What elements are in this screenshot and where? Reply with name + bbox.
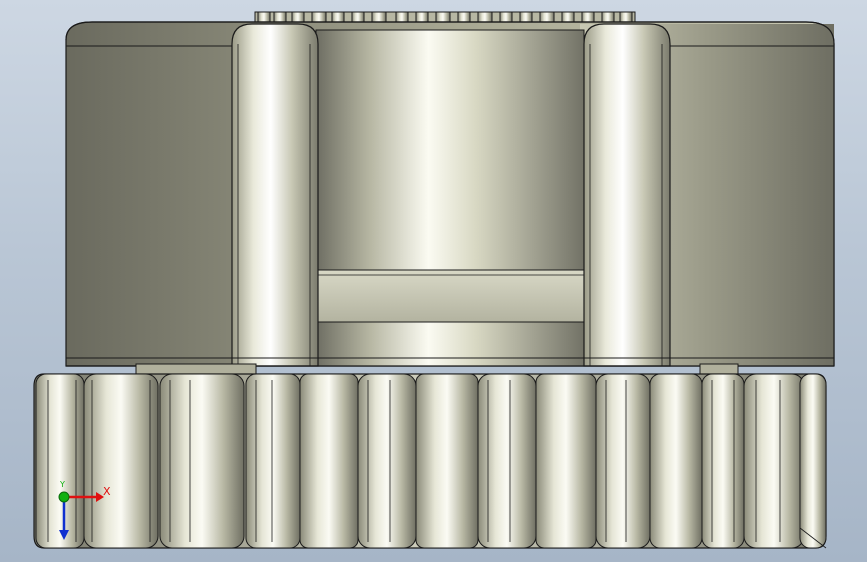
y-axis-dot	[58, 491, 70, 503]
spur-gear	[33, 373, 827, 549]
model-drawing	[33, 11, 835, 549]
y-axis-label: Y	[60, 480, 65, 489]
x-axis-label: X	[103, 485, 111, 498]
cad-viewport[interactable]: X Y	[0, 0, 867, 562]
motor-housing	[65, 21, 835, 367]
